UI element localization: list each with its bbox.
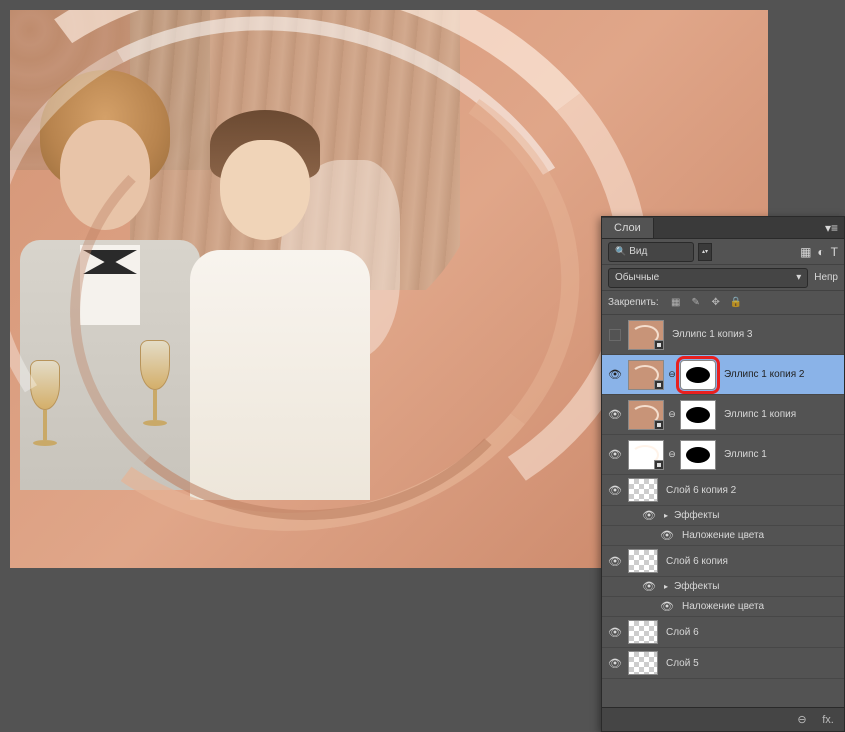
layer-mask-thumbnail[interactable] xyxy=(680,400,716,430)
filter-kind-label: Вид xyxy=(629,246,647,257)
lock-row: Закрепить: ▦ ✎ ✥ 🔒 xyxy=(602,291,844,315)
effect-item[interactable]: 👁Наложение цвета xyxy=(602,526,844,546)
visibility-toggle[interactable]: 👁 xyxy=(606,654,624,672)
lock-all-icon[interactable]: 🔒 xyxy=(729,296,743,310)
layer-thumbnail[interactable] xyxy=(628,400,664,430)
mask-link-icon[interactable]: ⊖ xyxy=(668,440,676,470)
layer-row[interactable]: 👁 Слой 6 xyxy=(602,617,844,648)
filter-kind-select[interactable]: Вид xyxy=(608,242,694,262)
panel-bottom-bar: ⊖ fx. xyxy=(602,707,844,731)
layer-row[interactable]: 👁 ⊖ Эллипс 1 копия xyxy=(602,395,844,435)
filter-pixel-icon[interactable]: ▦ xyxy=(800,245,811,259)
visibility-toggle[interactable]: 👁 xyxy=(606,406,624,424)
layer-name-label[interactable]: Эллипс 1 копия 2 xyxy=(724,369,804,380)
visibility-toggle[interactable]: 👁 xyxy=(640,578,658,596)
layer-mask-thumbnail[interactable] xyxy=(680,440,716,470)
effects-header[interactable]: 👁▸Эффекты xyxy=(602,577,844,597)
visibility-toggle[interactable]: 👁 xyxy=(606,481,624,499)
layer-thumbnail[interactable] xyxy=(628,478,658,502)
visibility-toggle[interactable]: 👁 xyxy=(606,446,624,464)
lock-transparency-icon[interactable]: ▦ xyxy=(669,296,683,310)
blend-row: Обычные ▾ Непр xyxy=(602,265,844,291)
visibility-toggle[interactable]: 👁 xyxy=(658,527,676,545)
effects-header[interactable]: 👁▸Эффекты xyxy=(602,506,844,526)
layer-row[interactable]: 👁 Слой 6 копия xyxy=(602,546,844,577)
fx-icon[interactable]: fx. xyxy=(820,712,836,728)
mask-link-icon[interactable]: ⊖ xyxy=(668,360,676,390)
opacity-label: Непр xyxy=(814,272,838,283)
layer-thumbnail[interactable] xyxy=(628,320,664,350)
blend-mode-select[interactable]: Обычные ▾ xyxy=(608,268,808,288)
visibility-toggle[interactable]: 👁 xyxy=(606,623,624,641)
visibility-toggle[interactable]: 👁 xyxy=(606,552,624,570)
layer-thumbnail[interactable] xyxy=(628,440,664,470)
layer-mask-thumbnail[interactable] xyxy=(680,360,716,390)
layer-row[interactable]: 👁 ⊖ Эллипс 1 копия 2 xyxy=(602,355,844,395)
layer-name-label[interactable]: Эллипс 1 копия 3 xyxy=(672,329,752,340)
layer-thumbnail[interactable] xyxy=(628,620,658,644)
layer-name-label[interactable]: Эллипс 1 копия xyxy=(724,409,796,420)
filter-adjust-icon[interactable]: ◐ xyxy=(817,245,824,259)
visibility-toggle[interactable]: 👁 xyxy=(658,598,676,616)
effect-item[interactable]: 👁Наложение цвета xyxy=(602,597,844,617)
layer-name-label[interactable]: Слой 6 копия xyxy=(666,556,728,567)
mask-link-icon[interactable]: ⊖ xyxy=(668,400,676,430)
panel-menu-icon[interactable]: ▾≡ xyxy=(819,221,844,235)
layer-thumbnail[interactable] xyxy=(628,651,658,675)
link-layers-icon[interactable]: ⊖ xyxy=(794,712,810,728)
layer-row[interactable]: 👁 Слой 5 xyxy=(602,648,844,679)
layer-name-label[interactable]: Слой 6 xyxy=(666,627,699,638)
layer-row[interactable]: Эллипс 1 копия 3 xyxy=(602,315,844,355)
layers-list[interactable]: Эллипс 1 копия 3 👁 ⊖ Эллипс 1 копия 2 👁 ⊖ Элли… xyxy=(602,315,844,687)
filter-stepper[interactable]: ▴▾ xyxy=(698,243,712,261)
layer-thumbnail[interactable] xyxy=(628,360,664,390)
blend-mode-label: Обычные xyxy=(615,272,659,283)
filter-type-icon[interactable]: T xyxy=(831,245,838,259)
layer-row[interactable]: 👁 Слой 6 копия 2 xyxy=(602,475,844,506)
lock-label: Закрепить: xyxy=(608,297,659,308)
layers-panel: Слои ▾≡ Вид ▴▾ ▦ ◐ T Обычные ▾ Непр Закр… xyxy=(601,216,845,732)
tab-layers[interactable]: Слои xyxy=(602,218,654,238)
panel-tabs: Слои ▾≡ xyxy=(602,217,844,239)
layer-name-label[interactable]: Слой 5 xyxy=(666,658,699,669)
visibility-toggle[interactable]: 👁 xyxy=(606,366,624,384)
layer-row[interactable]: 👁 ⊖ Эллипс 1 xyxy=(602,435,844,475)
layer-thumbnail[interactable] xyxy=(628,549,658,573)
layer-name-label[interactable]: Слой 6 копия 2 xyxy=(666,485,736,496)
filter-row: Вид ▴▾ ▦ ◐ T xyxy=(602,239,844,265)
lock-position-icon[interactable]: ✥ xyxy=(709,296,723,310)
visibility-toggle[interactable]: 👁 xyxy=(640,507,658,525)
visibility-toggle[interactable] xyxy=(606,326,624,344)
layer-name-label[interactable]: Эллипс 1 xyxy=(724,449,767,460)
lock-pixels-icon[interactable]: ✎ xyxy=(689,296,703,310)
